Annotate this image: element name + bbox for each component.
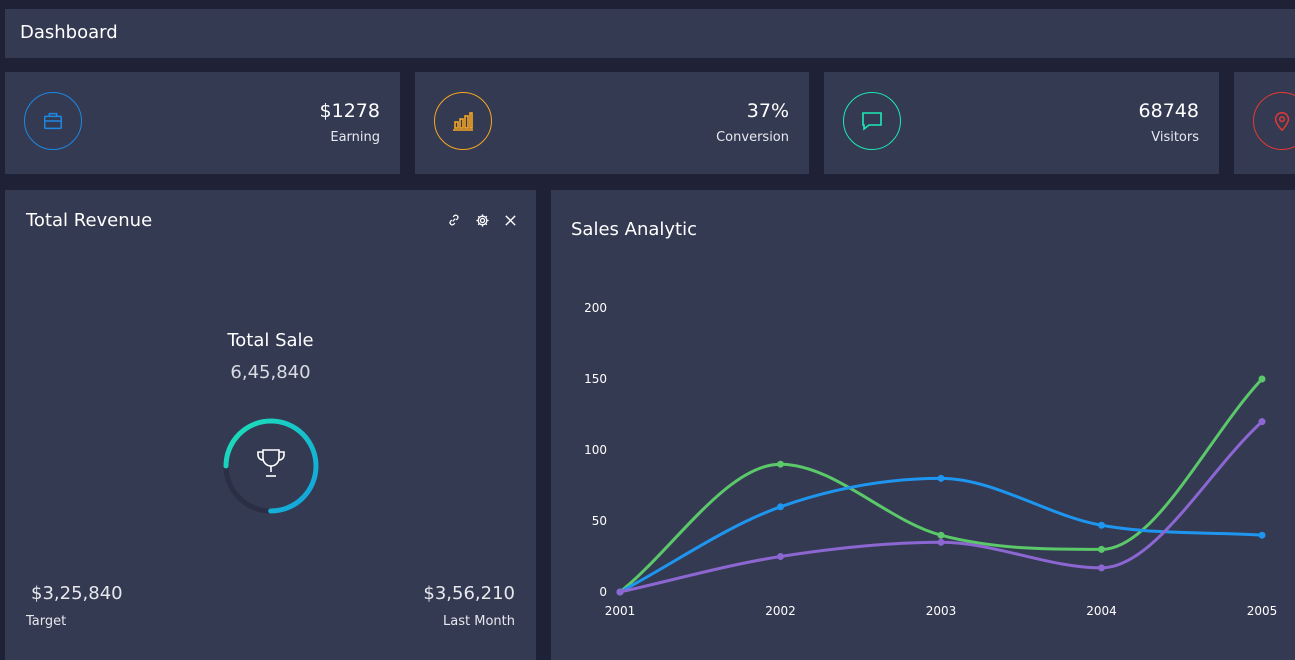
series-line-0 [619, 377, 1264, 594]
data-point[interactable] [1098, 545, 1105, 553]
y-tick-label: 150 [584, 372, 607, 386]
total-sale-title: Total Sale [227, 330, 314, 351]
data-point[interactable] [937, 531, 945, 539]
link-icon[interactable] [446, 212, 462, 228]
x-tick-label: 2005 [1247, 604, 1278, 618]
data-point[interactable] [1098, 564, 1105, 572]
stat-card-earning: $1278 Earning [5, 72, 400, 174]
sales-line-chart: 0 50 100 150 200 2001 2002 2003 2004 2005 [584, 301, 1278, 618]
stat-label: Conversion [716, 130, 789, 145]
y-tick-label: 100 [584, 443, 607, 457]
y-tick-label: 200 [584, 301, 607, 315]
target-value: $3,25,840 [31, 583, 123, 604]
chat-icon [843, 92, 901, 150]
data-point[interactable] [616, 588, 624, 596]
stat-value: 37% [746, 100, 789, 122]
stat-value: $1278 [319, 100, 380, 122]
stat-card-conversion: 37% Conversion [415, 72, 809, 174]
x-tick-label: 2001 [605, 604, 636, 618]
y-tick-label: 50 [592, 514, 607, 528]
target-label: Target [26, 614, 67, 629]
x-tick-label: 2002 [765, 604, 796, 618]
x-tick-label: 2003 [926, 604, 957, 618]
stat-value: 68748 [1138, 100, 1199, 122]
data-point[interactable] [777, 553, 784, 560]
close-icon[interactable] [502, 212, 518, 228]
briefcase-icon [24, 92, 82, 150]
trophy-icon [257, 449, 285, 477]
total-revenue-panel: Total Revenue Total Sale 6,45,840 $3,25,… [5, 190, 536, 660]
bar-chart-icon [434, 92, 492, 150]
gear-icon[interactable] [474, 212, 490, 228]
data-point[interactable] [1258, 375, 1266, 383]
data-point[interactable] [777, 460, 784, 468]
page-title: Dashboard [20, 22, 118, 43]
total-sale-value: 6,45,840 [230, 362, 311, 383]
panel-tools [446, 212, 518, 228]
stat-label: Earning [330, 130, 380, 145]
progress-donut [223, 418, 319, 514]
data-point[interactable] [937, 474, 945, 482]
last-month-label: Last Month [443, 614, 515, 629]
x-tick-label: 2004 [1086, 604, 1117, 618]
data-point[interactable] [1258, 418, 1266, 426]
panel-title: Total Revenue [26, 210, 153, 231]
y-tick-label: 0 [599, 585, 607, 599]
map-pin-icon [1253, 92, 1295, 150]
header-bar: Dashboard [5, 9, 1295, 58]
data-point[interactable] [1098, 521, 1105, 529]
sales-analytic-panel: Sales Analytic 0 50 100 150 200 2001 2002 2003 2… [551, 190, 1295, 660]
data-point[interactable] [1258, 531, 1266, 539]
stat-card-visitors: 68748 Visitors [824, 72, 1219, 174]
last-month-value: $3,56,210 [423, 583, 515, 604]
data-point[interactable] [937, 538, 945, 546]
stat-label: Visitors [1151, 130, 1199, 145]
stat-card-location [1234, 72, 1295, 174]
data-point[interactable] [777, 503, 784, 511]
